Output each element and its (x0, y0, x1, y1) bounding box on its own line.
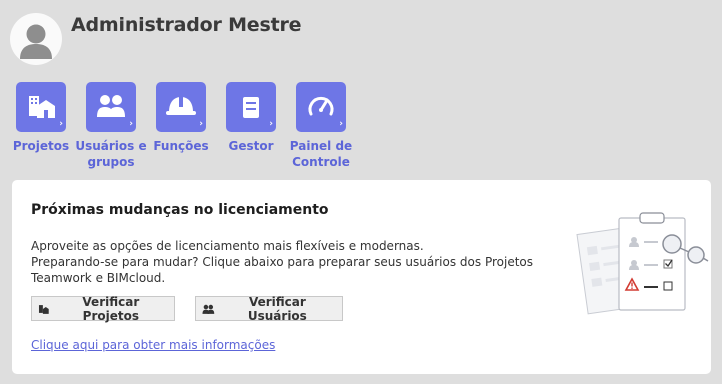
chevron-right-icon: › (269, 119, 273, 129)
more-info-link[interactable]: Clique aqui para obter mais informações (31, 338, 275, 352)
nav-label: Gestor (228, 139, 274, 153)
nav-tile-painel[interactable]: › Painel de Controle (290, 82, 356, 169)
chevron-right-icon: › (339, 119, 343, 129)
chevron-right-icon: › (129, 119, 133, 129)
chevron-right-icon: › (199, 119, 203, 129)
projects-building-icon (38, 304, 49, 314)
tile-box: › (156, 82, 206, 132)
chevron-right-icon: › (59, 119, 63, 129)
users-groups-icon (202, 304, 215, 314)
verify-users-button[interactable]: Verificar Usuários (195, 294, 343, 323)
description-line-1: Aproveite as opções de licenciamento mai… (31, 239, 424, 253)
nav-label: Painel de Controle (289, 139, 353, 169)
description-line-2: Preparando-se para mudar? Clique abaixo … (31, 255, 533, 285)
tile-box: › (296, 82, 346, 132)
tile-box: › (16, 82, 66, 132)
verify-projects-button[interactable]: Verificar Projetos (31, 294, 175, 323)
nav-label: Projetos (12, 139, 70, 153)
verify-projects-label: Verificar Projetos (82, 294, 140, 323)
nav-tile-gestor[interactable]: › Gestor (226, 82, 286, 168)
card-title: Próximas mudanças no licenciamento (31, 202, 329, 218)
nav-label: Usuários e grupos (75, 139, 147, 169)
nav-tile-usuarios[interactable]: › Usuários e grupos (75, 82, 147, 169)
nav-label: Funções (153, 139, 209, 153)
licensing-card: Próximas mudanças no licenciamento Aprov… (12, 180, 711, 374)
nav-tile-funcoes[interactable]: › Funções (153, 82, 216, 168)
tile-box: › (86, 82, 136, 132)
card-description: Aproveite as opções de licenciamento mai… (31, 238, 591, 286)
user-avatar-icon (10, 13, 62, 65)
page-title: Administrador Mestre (71, 14, 302, 36)
tile-box: › (226, 82, 276, 132)
verify-users-label: Verificar Usuários (247, 294, 307, 323)
clipboard-checklist-illustration (576, 212, 709, 315)
nav-tile-projetos[interactable]: › Projetos (13, 82, 76, 168)
